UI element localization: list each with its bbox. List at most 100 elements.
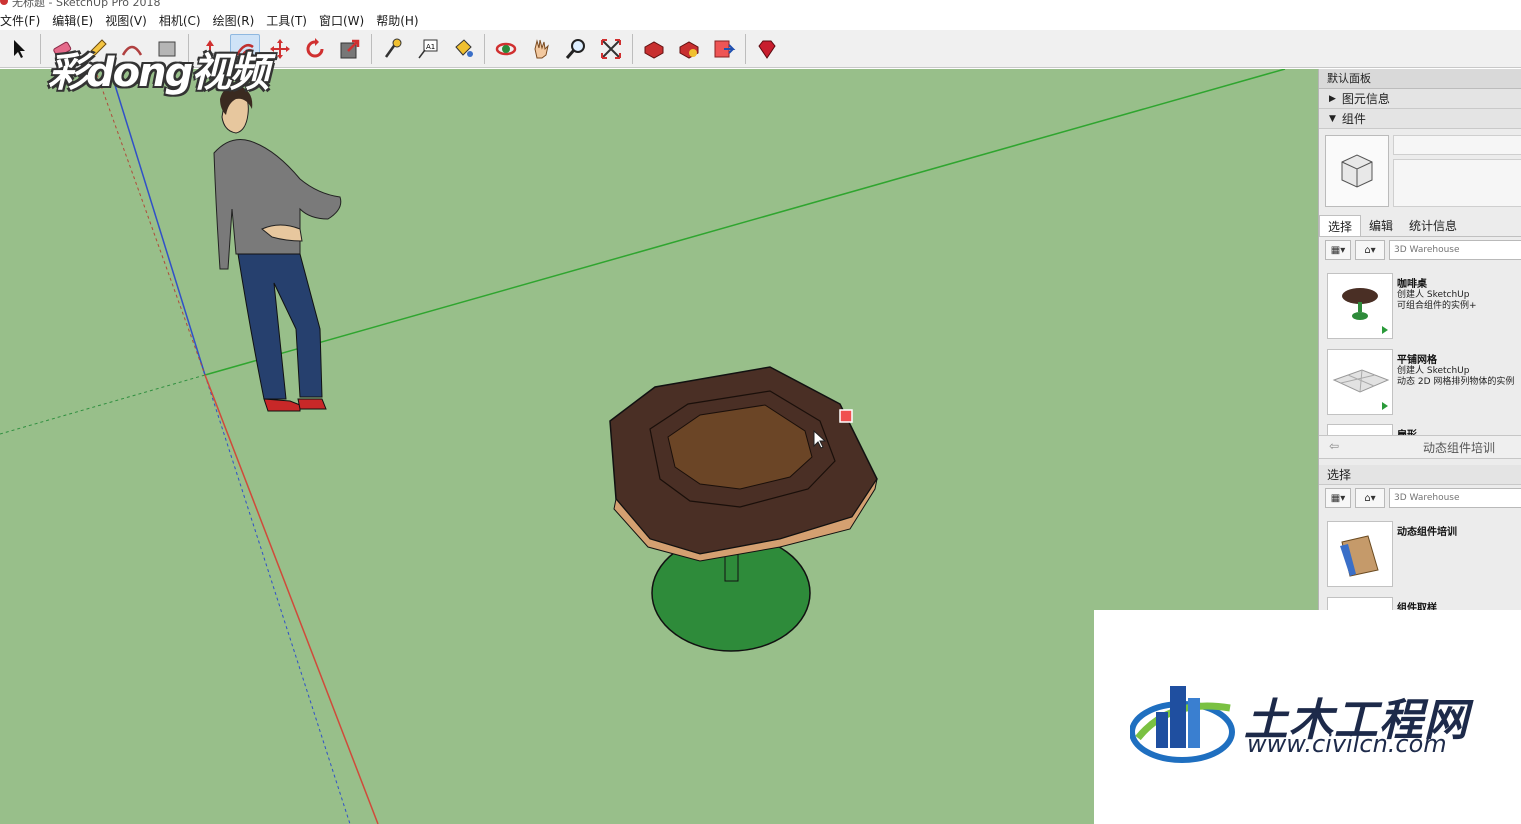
- coffee-table-thumbnail-icon: [1342, 288, 1388, 334]
- entity-info-section[interactable]: ▶ 图元信息: [1319, 89, 1521, 109]
- list-item[interactable]: 组件取样: [1327, 597, 1521, 610]
- tab-edit[interactable]: 编辑: [1361, 215, 1401, 236]
- text-icon: A1: [418, 39, 438, 58]
- menu-help[interactable]: 帮助(H): [370, 12, 424, 29]
- zoom-icon: [565, 38, 585, 59]
- item-description: 可组合组件的实例+: [1397, 301, 1477, 311]
- item-title: 组件取样: [1397, 603, 1437, 610]
- ruby-icon: [758, 40, 776, 59]
- component-description-field[interactable]: [1393, 159, 1521, 207]
- move-icon: [270, 38, 290, 59]
- list-item[interactable]: 咖啡桌 创建人 SketchUp 可组合组件的实例+: [1327, 273, 1521, 343]
- item-thumbnail: [1327, 349, 1393, 415]
- pan-icon: [534, 38, 549, 58]
- components-label: 组件: [1341, 111, 1366, 126]
- app-icon: [0, 0, 8, 5]
- toolbar-separator: [632, 33, 633, 64]
- item-thumbnail: [1327, 273, 1393, 339]
- site-logo-watermark: 土木工程网 www.civilcn.com: [1094, 610, 1521, 824]
- tab-statistics[interactable]: 统计信息: [1401, 215, 1465, 236]
- scale-icon: [340, 39, 360, 58]
- component-tabs: 选择 编辑 统计信息: [1319, 215, 1521, 237]
- move-tool-button[interactable]: [265, 34, 295, 64]
- menu-edit[interactable]: 编辑(E): [46, 12, 99, 29]
- home-button[interactable]: ⌂▾: [1355, 488, 1385, 508]
- red-axis: [204, 374, 379, 824]
- blue-axis: [109, 69, 206, 376]
- toolbar-separator: [484, 33, 485, 64]
- search-row-secondary: ▦▾ ⌂▾: [1325, 487, 1521, 509]
- layout-icon: [714, 40, 736, 57]
- green-axis: [204, 69, 1286, 376]
- green-axis-dashed: [0, 374, 206, 435]
- list-item[interactable]: 平铺网格 创建人 SketchUp 动态 2D 网格排列物体的实例: [1327, 349, 1521, 419]
- select-tool-button[interactable]: [4, 34, 34, 64]
- tape-measure-icon: [384, 38, 402, 58]
- orbit-icon: [495, 42, 517, 55]
- menu-camera[interactable]: 相机(C): [153, 12, 207, 29]
- warehouse-search-input-secondary[interactable]: [1389, 488, 1521, 508]
- toolbar-separator: [745, 33, 746, 64]
- collapse-icon: ▼: [1329, 113, 1336, 124]
- window-title: 无标题 - SketchUp Pro 2018: [12, 0, 161, 8]
- cube-icon: [1341, 154, 1373, 188]
- zoom-extents-icon: [601, 38, 621, 59]
- select-icon: [14, 39, 25, 58]
- menu-draw[interactable]: 绘图(R): [207, 12, 261, 29]
- zoom-tool-button[interactable]: [561, 34, 591, 64]
- tray-title: 默认面板: [1319, 69, 1521, 89]
- layout-button[interactable]: [709, 34, 739, 64]
- components-section[interactable]: ▼ 组件: [1319, 109, 1521, 129]
- menu-view[interactable]: 视图(V): [99, 12, 153, 29]
- paint-bucket-tool-button[interactable]: [448, 34, 478, 64]
- ruby-console-button[interactable]: [752, 34, 782, 64]
- inference-marker: [839, 409, 853, 423]
- home-button[interactable]: ⌂▾: [1355, 240, 1385, 260]
- video-watermark: 彩dong视频: [48, 50, 269, 96]
- secondary-select-header: 选择: [1319, 465, 1521, 485]
- view-options-button[interactable]: ▦▾: [1325, 488, 1351, 508]
- paint-bucket-icon: [455, 38, 473, 57]
- menu-tools[interactable]: 工具(T): [260, 12, 313, 29]
- scale-figure[interactable]: [213, 86, 342, 412]
- menu-window[interactable]: 窗口(W): [313, 12, 370, 29]
- collection-title: 动态组件培训: [1423, 441, 1496, 455]
- toolbar-separator: [371, 33, 372, 64]
- blue-axis-dashed: [204, 374, 351, 824]
- title-bar: 无标题 - SketchUp Pro 2018: [0, 0, 1521, 8]
- search-row: ▦▾ ⌂▾: [1325, 239, 1521, 261]
- zoom-extents-tool-button[interactable]: [596, 34, 626, 64]
- entity-info-label: 图元信息: [1341, 91, 1390, 106]
- red-axis-dashed: [94, 69, 206, 376]
- extension-warehouse-icon: [679, 40, 699, 59]
- logo-url: www.civilcn.com: [1247, 730, 1447, 758]
- tab-select[interactable]: 选择: [1319, 215, 1362, 236]
- warehouse-search-input[interactable]: [1389, 240, 1521, 260]
- component-preview: [1325, 135, 1389, 207]
- grid-thumbnail-icon: [1332, 369, 1390, 410]
- menu-file[interactable]: 文件(F): [0, 12, 46, 29]
- item-thumbnail: [1327, 597, 1393, 610]
- default-tray: 默认面板 ▶ 图元信息 ▼ 组件 选择 编辑 统计信息 ▦▾ ⌂▾ 咖啡桌 创建…: [1318, 69, 1521, 610]
- orbit-tool-button[interactable]: [491, 34, 521, 64]
- toolbar-separator: [40, 33, 41, 64]
- item-description: 动态 2D 网格排列物体的实例: [1397, 377, 1515, 387]
- navigation-row: ⇦ 动态组件培训: [1319, 435, 1521, 459]
- component-name-field[interactable]: [1393, 135, 1521, 155]
- rotate-icon: [306, 37, 324, 57]
- view-options-button[interactable]: ▦▾: [1325, 240, 1351, 260]
- item-thumbnail: [1327, 521, 1393, 587]
- back-arrow-icon[interactable]: ⇦: [1329, 439, 1339, 453]
- pan-tool-button[interactable]: [526, 34, 556, 64]
- list-item[interactable]: 动态组件培训: [1327, 521, 1521, 591]
- text-tool-button[interactable]: A1: [413, 34, 443, 64]
- 3d-warehouse-button[interactable]: [639, 34, 669, 64]
- tape-measure-tool-button[interactable]: [378, 34, 408, 64]
- item-title: 动态组件培训: [1397, 527, 1457, 538]
- building-logo-icon: [1130, 686, 1235, 763]
- scale-tool-button[interactable]: [335, 34, 365, 64]
- extension-warehouse-button[interactable]: [674, 34, 704, 64]
- menu-bar: 文件(F) 编辑(E) 视图(V) 相机(C) 绘图(R) 工具(T) 窗口(W…: [0, 10, 1521, 30]
- rotate-tool-button[interactable]: [300, 34, 330, 64]
- coffee-table-model[interactable]: [609, 366, 878, 652]
